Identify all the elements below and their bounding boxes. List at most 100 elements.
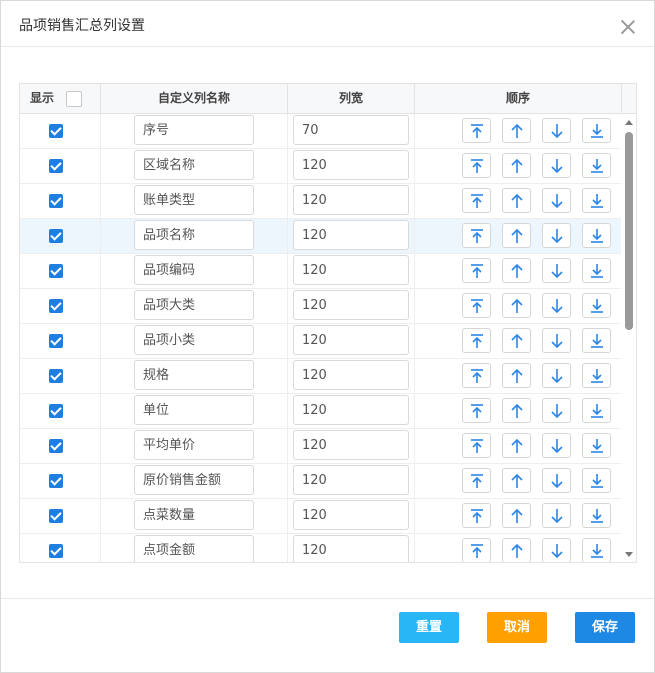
column-width-input[interactable]: 120 — [293, 255, 409, 285]
column-width-input[interactable]: 120 — [293, 290, 409, 320]
move-down-button[interactable] — [542, 153, 571, 178]
column-width-input[interactable]: 120 — [293, 185, 409, 215]
column-name-input[interactable]: 品项大类 — [134, 290, 254, 320]
move-bottom-button[interactable] — [582, 363, 611, 388]
move-top-button[interactable] — [462, 153, 491, 178]
reset-button[interactable]: 重置 — [399, 612, 459, 643]
move-up-button[interactable] — [502, 258, 531, 283]
show-checkbox[interactable] — [49, 159, 63, 173]
column-width-input[interactable]: 120 — [293, 150, 409, 180]
move-top-button[interactable] — [462, 188, 491, 213]
column-width-input[interactable]: 70 — [293, 115, 409, 145]
column-width-input[interactable]: 120 — [293, 395, 409, 425]
column-width-input[interactable]: 120 — [293, 500, 409, 530]
column-name-input[interactable]: 平均单价 — [134, 430, 254, 460]
move-down-button[interactable] — [542, 258, 571, 283]
column-name-input[interactable]: 品项小类 — [134, 325, 254, 355]
move-down-button[interactable] — [542, 538, 571, 562]
scroll-thumb[interactable] — [625, 132, 633, 330]
show-checkbox[interactable] — [49, 404, 63, 418]
scroll-up-icon[interactable] — [625, 120, 633, 125]
move-up-button[interactable] — [502, 223, 531, 248]
move-bottom-button[interactable] — [582, 223, 611, 248]
move-top-button[interactable] — [462, 538, 491, 562]
column-width-input[interactable]: 120 — [293, 220, 409, 250]
move-down-button[interactable] — [542, 363, 571, 388]
move-bottom-button[interactable] — [582, 258, 611, 283]
move-top-button[interactable] — [462, 363, 491, 388]
move-top-button[interactable] — [462, 503, 491, 528]
move-bottom-button[interactable] — [582, 468, 611, 493]
column-name-input[interactable]: 点菜数量 — [134, 500, 254, 530]
move-down-button[interactable] — [542, 328, 571, 353]
move-top-button[interactable] — [462, 258, 491, 283]
move-bottom-button[interactable] — [582, 503, 611, 528]
show-checkbox[interactable] — [49, 474, 63, 488]
move-up-button[interactable] — [502, 118, 531, 143]
move-up-button[interactable] — [502, 328, 531, 353]
move-top-button[interactable] — [462, 468, 491, 493]
show-checkbox[interactable] — [49, 229, 63, 243]
move-top-button[interactable] — [462, 433, 491, 458]
move-bottom-button[interactable] — [582, 433, 611, 458]
move-up-button[interactable] — [502, 188, 531, 213]
show-checkbox[interactable] — [49, 439, 63, 453]
move-bottom-button[interactable] — [582, 293, 611, 318]
column-width-input[interactable]: 120 — [293, 465, 409, 495]
column-width-input[interactable]: 120 — [293, 430, 409, 460]
scroll-down-icon[interactable] — [625, 552, 633, 557]
select-all-checkbox[interactable] — [66, 91, 82, 107]
save-button[interactable]: 保存 — [575, 612, 635, 643]
column-name-input[interactable]: 品项编码 — [134, 255, 254, 285]
move-top-button[interactable] — [462, 293, 491, 318]
close-icon[interactable] — [620, 19, 636, 35]
move-down-button[interactable] — [542, 503, 571, 528]
move-up-button[interactable] — [502, 503, 531, 528]
show-checkbox[interactable] — [49, 334, 63, 348]
column-width-input[interactable]: 120 — [293, 325, 409, 355]
move-up-button[interactable] — [502, 468, 531, 493]
vertical-scrollbar[interactable] — [622, 114, 636, 562]
move-bottom-button[interactable] — [582, 538, 611, 562]
move-down-button[interactable] — [542, 188, 571, 213]
move-bottom-button[interactable] — [582, 328, 611, 353]
show-checkbox[interactable] — [49, 194, 63, 208]
column-name-input[interactable]: 原价销售金额 — [134, 465, 254, 495]
show-checkbox[interactable] — [49, 369, 63, 383]
show-checkbox[interactable] — [49, 509, 63, 523]
move-bottom-button[interactable] — [582, 398, 611, 423]
move-down-button[interactable] — [542, 433, 571, 458]
move-top-button[interactable] — [462, 118, 491, 143]
move-up-button[interactable] — [502, 363, 531, 388]
show-checkbox[interactable] — [49, 544, 63, 558]
column-name-input[interactable]: 序号 — [134, 115, 254, 145]
move-bottom-button[interactable] — [582, 153, 611, 178]
move-up-button[interactable] — [502, 293, 531, 318]
column-name-input[interactable]: 区域名称 — [134, 150, 254, 180]
move-down-button[interactable] — [542, 223, 571, 248]
move-top-button[interactable] — [462, 223, 491, 248]
move-top-button[interactable] — [462, 328, 491, 353]
move-top-button[interactable] — [462, 398, 491, 423]
move-down-button[interactable] — [542, 118, 571, 143]
column-name-input[interactable]: 规格 — [134, 360, 254, 390]
move-down-button[interactable] — [542, 468, 571, 493]
show-checkbox[interactable] — [49, 299, 63, 313]
column-name-input[interactable]: 品项名称 — [134, 220, 254, 250]
column-name-input[interactable]: 点项金额 — [134, 535, 254, 562]
show-checkbox[interactable] — [49, 264, 63, 278]
move-up-button[interactable] — [502, 153, 531, 178]
column-name-input[interactable]: 单位 — [134, 395, 254, 425]
column-width-input[interactable]: 120 — [293, 360, 409, 390]
move-bottom-button[interactable] — [582, 188, 611, 213]
move-up-button[interactable] — [502, 433, 531, 458]
move-up-button[interactable] — [502, 538, 531, 562]
move-bottom-button[interactable] — [582, 118, 611, 143]
move-down-button[interactable] — [542, 398, 571, 423]
column-name-input[interactable]: 账单类型 — [134, 185, 254, 215]
show-checkbox[interactable] — [49, 124, 63, 138]
cancel-button[interactable]: 取消 — [487, 612, 547, 643]
move-up-button[interactable] — [502, 398, 531, 423]
move-down-button[interactable] — [542, 293, 571, 318]
column-width-input[interactable]: 120 — [293, 535, 409, 562]
